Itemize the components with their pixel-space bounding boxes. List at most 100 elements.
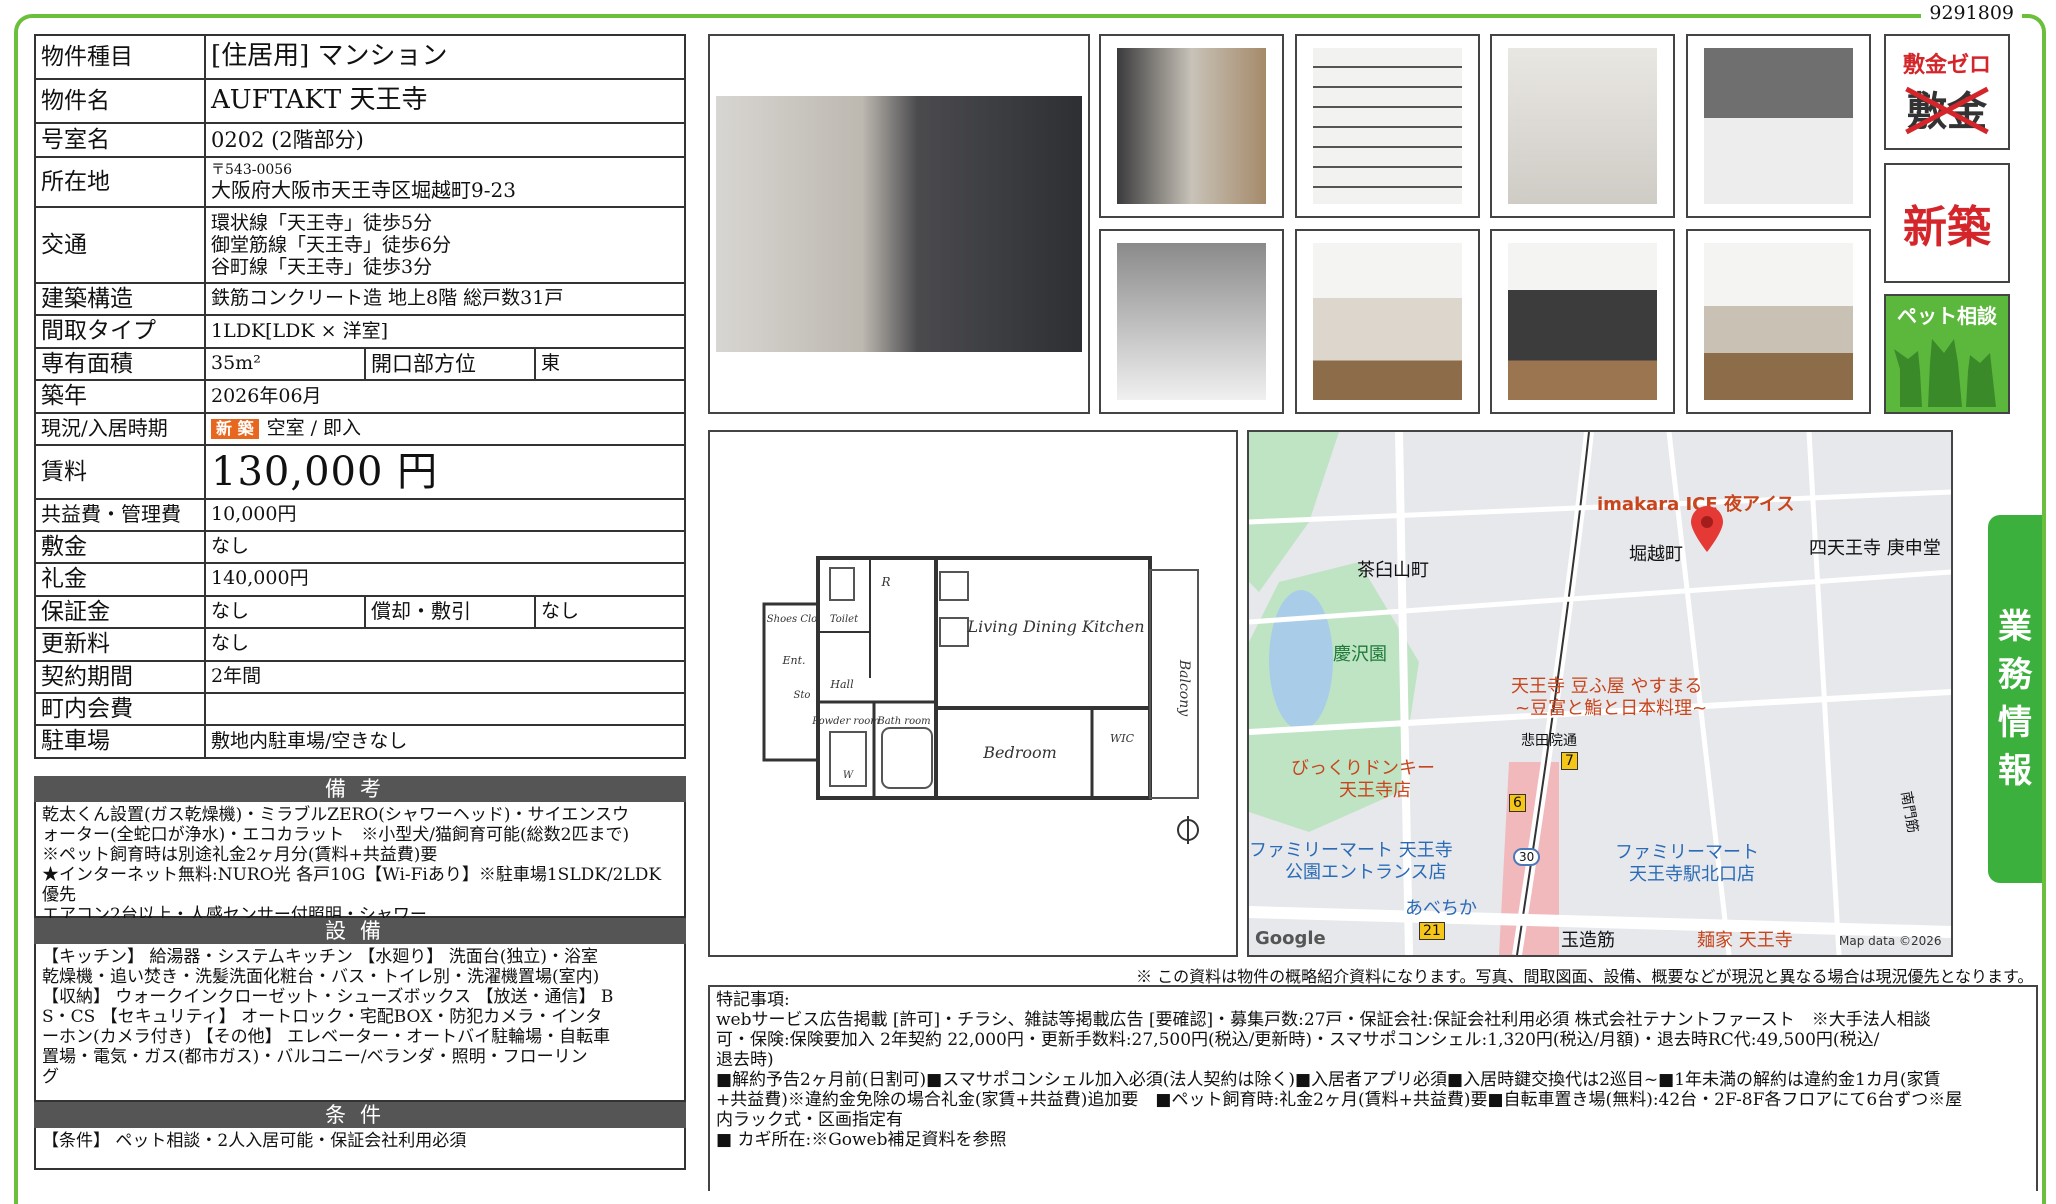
plan-washer-label: W (843, 770, 854, 781)
map-poi-koshindo: 四天王寺 庚申堂 (1809, 538, 1941, 559)
map-poi-familymart-park-store: 公園エントランス店 (1285, 862, 1447, 883)
keymoney-value: 140,000円 (204, 562, 686, 597)
room-label: 号室名 (34, 122, 206, 158)
status-label: 現況/入居時期 (34, 411, 206, 446)
room-photo (1099, 34, 1284, 218)
deposit-label: 敷金 (34, 529, 206, 565)
parking-value: 敷地内駐車場/空きなし (204, 724, 686, 759)
tab-char: 務 (1998, 655, 2032, 695)
route-sign: 6 (1509, 794, 1526, 812)
transport-line: 御堂筋線「天王寺」徒歩6分 (211, 234, 452, 256)
transport-line: 谷町線「天王寺」徒歩3分 (211, 256, 433, 278)
joken-heading: 条件 (34, 1102, 686, 1128)
room-photo (1490, 34, 1675, 218)
tab-char: 報 (1998, 751, 2032, 791)
document-id: 9291809 (1921, 2, 2022, 24)
area-label: 専有面積 (34, 346, 206, 382)
map-road-hidenin: 悲田院通 (1521, 733, 1577, 749)
tab-char: 情 (1998, 703, 2032, 743)
joken-line: 【条件】 ペット相談・2人入居可能・保証会社利用必須 (42, 1131, 467, 1151)
amort-value: なし (534, 594, 686, 630)
location-map[interactable]: imakara ICE 夜アイス 堀越町 四天王寺 庚申堂 茶臼山町 慶沢園 天… (1247, 430, 1953, 957)
setsubi-body: 【キッチン】 給湯器・システムキッチン 【水廻り】 洗面台(独立)・浴室 乾燥機… (34, 944, 686, 1102)
special-notes-line: 退去時) (716, 1050, 774, 1070)
renewal-label: 更新料 (34, 627, 206, 662)
room-photo (1490, 229, 1675, 414)
community-value (204, 691, 686, 727)
community-label: 町内会費 (34, 691, 206, 727)
address-value: 大阪府大阪市天王寺区堀越町9-23 (211, 177, 516, 202)
setsubi-line: 【収納】 ウォークインクローゼット・シューズボックス 【放送・通信】 B (42, 987, 614, 1007)
type-value: [住居用] マンション (204, 34, 686, 80)
property-spec-table: 物件種目 [住居用] マンション 物件名 AUFTAKT 天王寺 号室名 0202 (… (34, 34, 686, 759)
parking-label: 駐車場 (34, 724, 206, 759)
map-poi-yasumaru-sub: ~豆富と鮨と日本料理~ (1515, 698, 1708, 719)
special-notes-line: 内ラック式・区画指定有 (716, 1110, 903, 1130)
plan-bedroom-label: Bedroom (982, 743, 1057, 762)
setsubi-line: 乾燥機・追い焚き・洗髪洗面化粧台・バス・トイレ別・洗濯機置場(室内) (42, 967, 600, 987)
plan-ldk-label: Living Dining Kitchen (966, 617, 1144, 636)
route-sign: 21 (1419, 922, 1445, 940)
transport-line: 環状線「天王寺」徒歩5分 (211, 212, 433, 234)
room-photo (1099, 229, 1284, 414)
business-info-tab[interactable]: 業 務 情 報 (1988, 515, 2042, 883)
special-notes-line: webサービス広告掲載 [許可]・チラシ、雑誌等掲載広告 [要確認]・募集戸数:… (716, 1010, 1931, 1030)
shikikin-zero-text: 敷金ゼロ (1902, 53, 1991, 78)
plan-entrance-label: Ent. (781, 654, 805, 667)
disclaimer-note: ※ この資料は物件の概略紹介資料になります。写真、間取図面、設備、概要などが現況… (1136, 967, 2034, 986)
biko-line: 乾太くん設置(ガス乾燥機)・ミラブルZERO(シャワーヘッド)・サイエンスウ (42, 805, 629, 825)
plan-powder-label: Powder room (811, 716, 880, 727)
address-label: 所在地 (34, 156, 206, 208)
shinchiku-badge: 新築 (1884, 163, 2010, 283)
map-area-chausuyama: 茶臼山町 (1357, 560, 1429, 581)
amort-label: 償却・敷引 (364, 594, 536, 630)
shinchiku-text: 新築 (1903, 202, 1991, 253)
special-notes-line: +共益費)※違約金免除の場合礼金(家賃+共益費)追加要 ■ペット飼育時:礼金2ヶ… (716, 1090, 1963, 1110)
biko-heading: 備考 (34, 776, 686, 802)
north-compass-icon (1177, 816, 1199, 844)
guarantee-label: 保証金 (34, 594, 206, 630)
setsubi-line: ーホン(カメラ付き) 【その他】 エレベーター・オートバイ駐輪場・自転車 (42, 1027, 611, 1047)
biko-line: ※ペット飼育時は別途礼金2ヶ月分(賃料+共益費)要 (42, 845, 438, 865)
plan-wic-label: WIC (1110, 732, 1135, 745)
shikikin-zero-badge: 敷金ゼロ 敷金 (1884, 34, 2010, 150)
guarantee-value: なし (204, 594, 366, 630)
structure-value: 鉄筋コンクリート造 地上8階 総戸数31戸 (204, 281, 686, 317)
rent-label: 賃料 (34, 443, 206, 500)
room-photo (1295, 34, 1480, 218)
setsubi-line: グ (42, 1067, 59, 1087)
plan-storage-label: Sto (794, 690, 811, 701)
setsubi-line: 【キッチン】 給湯器・システムキッチン 【水廻り】 洗面台(独立)・浴室 (42, 947, 598, 967)
structure-label: 建築構造 (34, 281, 206, 317)
layout-label: 間取タイプ (34, 314, 206, 349)
transport-label: 交通 (34, 206, 206, 284)
pet-consult-badge: ペット相談 (1884, 294, 2010, 414)
plan-r-label: R (880, 575, 890, 589)
keymoney-label: 礼金 (34, 562, 206, 597)
room-photo (1686, 229, 1871, 414)
special-notes: 特記事項: webサービス広告掲載 [許可]・チラシ、雑誌等掲載広告 [要確認]… (708, 985, 2038, 1191)
map-poi-keitakuen: 慶沢園 (1333, 644, 1387, 665)
layout-value: 1LDK[LDK × 洋室] (204, 314, 686, 349)
direction-label: 開口部方位 (364, 346, 536, 382)
direction-value: 東 (534, 346, 686, 382)
map-area-horikoshi: 堀越町 (1629, 544, 1683, 565)
status-value: 空室 / 即入 (266, 416, 362, 439)
contract-label: 契約期間 (34, 659, 206, 694)
plan-shoes-label: Shoes Clo (767, 614, 817, 625)
biko-body: 乾太くん設置(ガス乾燥機)・ミラブルZERO(シャワーヘッド)・サイエンスウ ォ… (34, 802, 686, 925)
special-notes-line: ■ カギ所在:※Goweb補足資料を参照 (716, 1130, 1007, 1150)
location-pin-icon (1691, 506, 1723, 552)
name-label: 物件名 (34, 78, 206, 124)
contract-value: 2年間 (204, 659, 686, 694)
name-value: AUFTAKT 天王寺 (204, 78, 686, 124)
floor-plan: Living Dining Kitchen Bedroom Balcony Sh… (708, 430, 1238, 957)
map-poi-familymart-station-store: 天王寺駅北口店 (1629, 864, 1755, 885)
route-sign: 30 (1513, 848, 1541, 866)
setsubi-line: 置場・電気・ガス(都市ガス)・バルコニー/ベランダ・照明・フローリン (42, 1047, 588, 1067)
room-photo (1686, 34, 1871, 218)
map-poi-bikkuri-store: 天王寺店 (1339, 780, 1411, 801)
google-logo: Google (1255, 928, 1326, 949)
map-data-credit: Map data ©2026 (1839, 934, 1942, 948)
setsubi-heading: 設備 (34, 918, 686, 944)
